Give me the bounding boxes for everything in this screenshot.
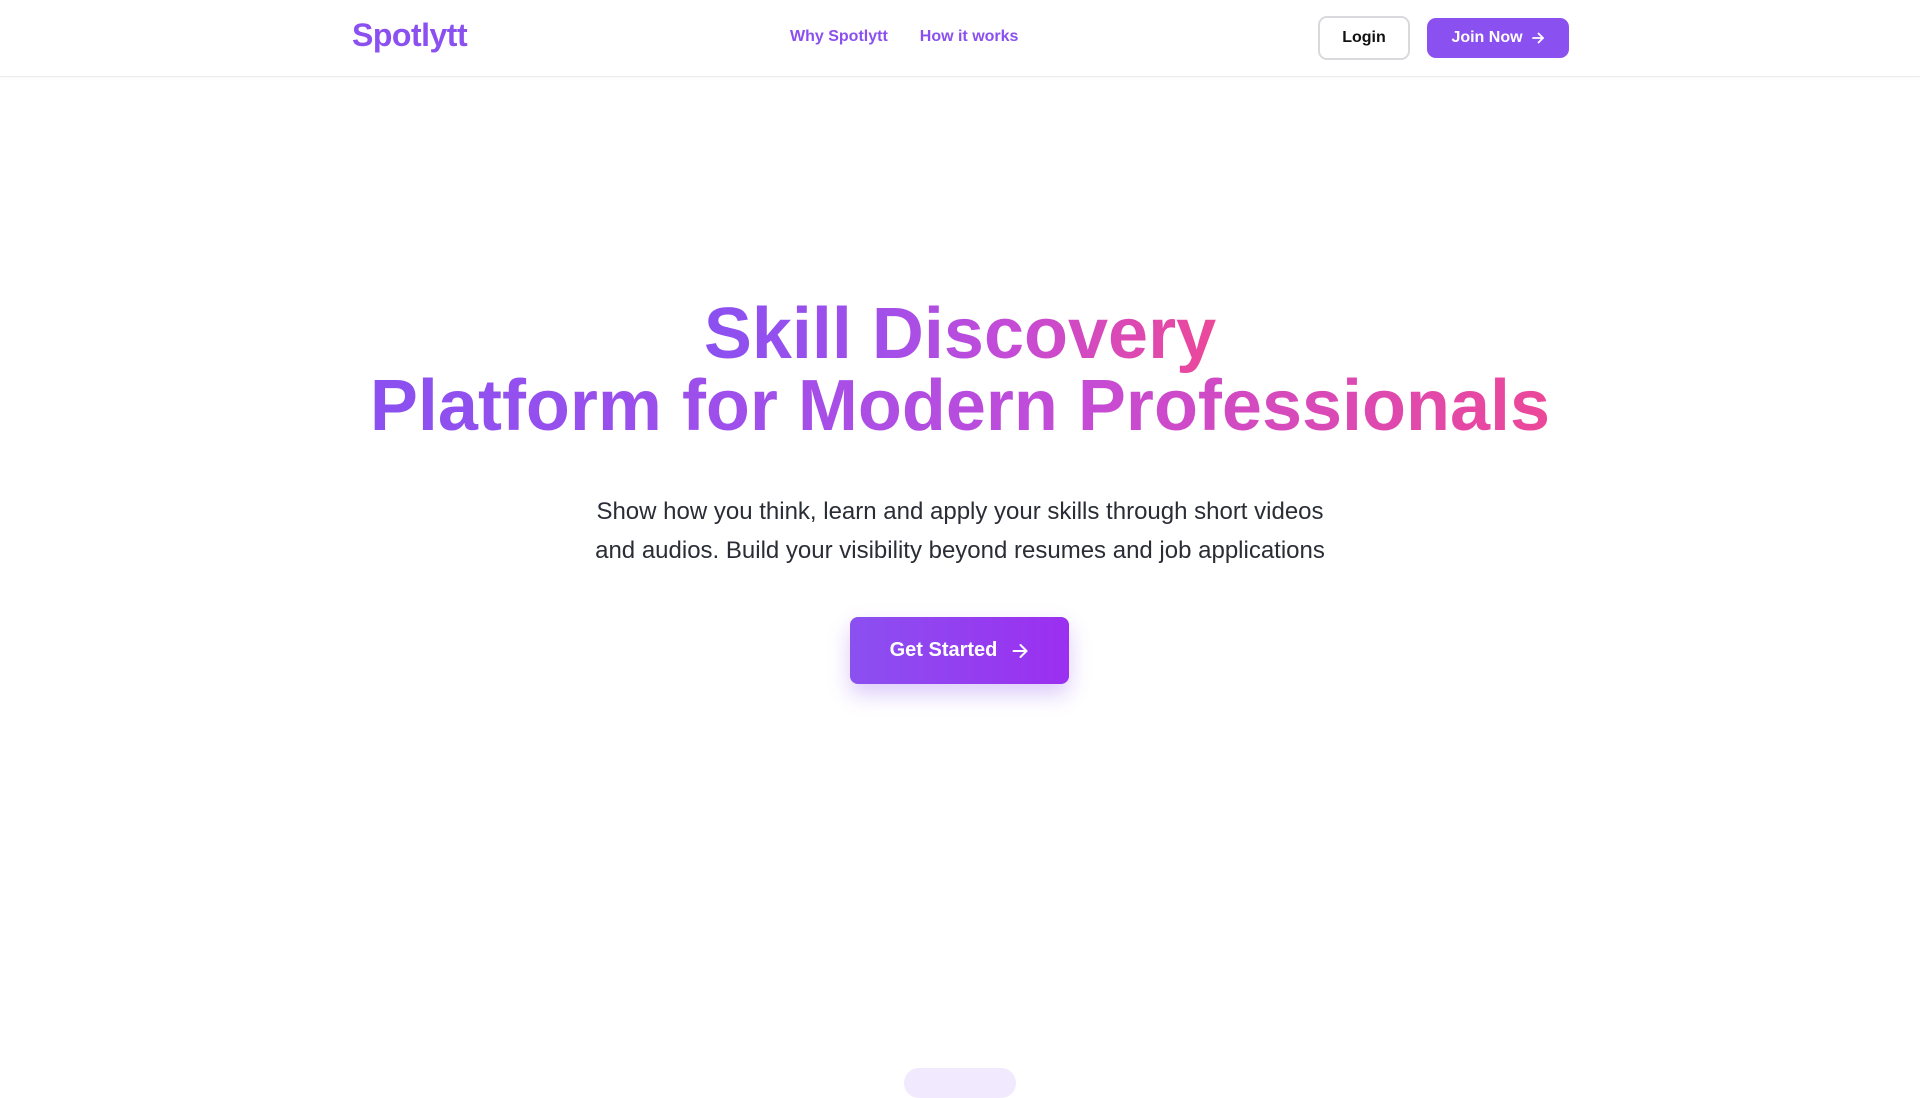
top-navbar: Spotlytt Why Spotlytt How it works Login… — [0, 0, 1920, 77]
nav-links: Why Spotlytt How it works — [790, 28, 1018, 46]
login-button-label: Login — [1342, 29, 1386, 46]
nav-link-why-spotlytt[interactable]: Why Spotlytt — [790, 28, 888, 46]
nav-link-how-it-works[interactable]: How it works — [920, 28, 1019, 46]
arrow-right-icon — [1011, 642, 1029, 660]
arrow-right-icon — [1531, 31, 1545, 45]
section-badge — [904, 1068, 1016, 1098]
logo[interactable]: Spotlytt — [352, 17, 468, 54]
get-started-button[interactable]: Get Started — [850, 617, 1069, 684]
join-now-button-label: Join Now — [1451, 29, 1523, 46]
hero-title-line-2: Platform for Modern Professionals — [369, 366, 1551, 446]
hero-title-line-1: Skill Discovery — [703, 294, 1217, 374]
login-button[interactable]: Login — [1318, 16, 1410, 60]
hero-subtitle-line-1: Show how you think, learn and apply your… — [596, 498, 1324, 525]
hero-subtitle-line-2: and audios. Build your visibility beyond… — [595, 537, 1325, 564]
hero-subtitle: Show how you think, learn and apply your… — [560, 492, 1360, 570]
hero-title: Skill Discovery Platform for Modern Prof… — [0, 298, 1920, 442]
get-started-button-label: Get Started — [889, 639, 998, 661]
join-now-button[interactable]: Join Now — [1427, 18, 1569, 58]
